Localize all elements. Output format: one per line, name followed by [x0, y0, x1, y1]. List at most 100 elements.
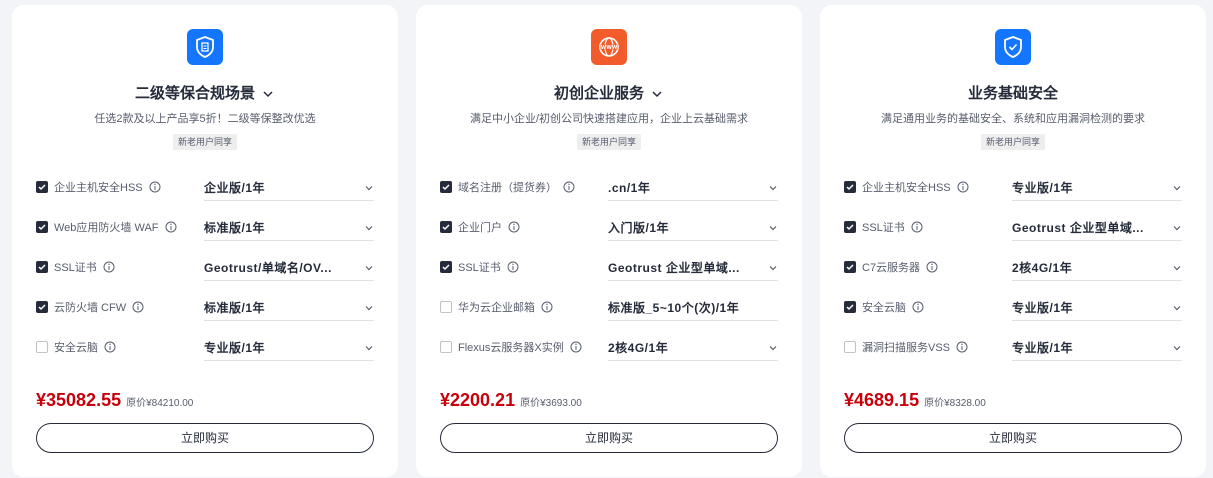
chevron-down-icon: [365, 265, 373, 270]
user-tag: 新老用户同享: [576, 134, 641, 150]
spec-value: .cn/1年: [608, 181, 651, 195]
card-description: 满足中小企业/初创公司快速搭建应用，企业上云基础需求: [469, 113, 749, 125]
spec-select[interactable]: 专业版/1年: [1012, 335, 1182, 361]
product-label: 安全云脑: [862, 302, 906, 314]
spec-select[interactable]: 专业版/1年: [204, 335, 374, 361]
info-icon[interactable]: [570, 341, 582, 353]
product-label: 企业主机安全HSS: [862, 182, 951, 194]
product-checkbox[interactable]: [440, 261, 452, 273]
spec-select[interactable]: Geotrust 企业型单域...: [1012, 215, 1182, 241]
spec-select[interactable]: 2核4G/1年: [608, 335, 778, 361]
info-icon[interactable]: [563, 181, 575, 193]
info-icon[interactable]: [926, 261, 938, 273]
card-title-dropdown[interactable]: 初创企业服务: [416, 84, 802, 104]
product-label: 云防火墙 CFW: [54, 302, 127, 314]
product-label: Flexus云服务器X实例: [458, 342, 564, 354]
card-title: 业务基础安全: [967, 85, 1058, 102]
product-checkbox[interactable]: [844, 341, 856, 353]
spec-value: 标准版_5~10个(次)/1年: [608, 301, 740, 315]
spec-select[interactable]: 专业版/1年: [1012, 295, 1182, 321]
spec-value: 专业版/1年: [1012, 181, 1074, 195]
price: ¥2200.21: [440, 390, 516, 410]
chevron-down-icon: [365, 345, 373, 350]
original-price: 原价¥3693.00: [520, 398, 582, 409]
info-icon[interactable]: [508, 221, 520, 233]
spec-select[interactable]: .cn/1年: [608, 175, 778, 201]
product-row: SSL证书 Geotrust/单域名/OV...: [36, 247, 374, 287]
user-tag: 新老用户同享: [172, 134, 237, 150]
spec-value: 专业版/1年: [204, 341, 266, 355]
chevron-down-icon: [1173, 265, 1181, 270]
product-list: 企业主机安全HSS 专业版/1年 SSL证书 Geotrust 企业型单域...…: [844, 167, 1182, 367]
info-icon[interactable]: [957, 181, 969, 193]
chevron-down-icon: [365, 225, 373, 230]
product-row: 企业主机安全HSS 企业版/1年: [36, 167, 374, 207]
spec-select[interactable]: 标准版/1年: [204, 215, 374, 241]
chevron-down-icon: [769, 345, 777, 350]
info-icon[interactable]: [912, 301, 924, 313]
info-icon[interactable]: [507, 261, 519, 273]
spec-select[interactable]: 标准版/1年: [204, 295, 374, 321]
info-icon[interactable]: [911, 221, 923, 233]
chevron-down-icon: [365, 185, 373, 190]
chevron-down-icon: [652, 91, 662, 98]
info-icon[interactable]: [541, 301, 553, 313]
product-checkbox[interactable]: [36, 301, 48, 313]
svg-text:WWW: WWW: [601, 45, 618, 51]
product-checkbox[interactable]: [36, 181, 48, 193]
package-card-1: 二级等保合规场景 任选2款及以上产品享5折！二级等保整改优选 新老用户同享 企业…: [12, 5, 398, 477]
product-checkbox[interactable]: [844, 181, 856, 193]
spec-value: 企业版/1年: [204, 181, 266, 195]
card-title: 二级等保合规场景: [134, 85, 255, 102]
spec-value: 标准版/1年: [204, 301, 266, 315]
info-icon[interactable]: [104, 341, 116, 353]
www-globe-icon: WWW: [591, 29, 627, 65]
info-icon[interactable]: [132, 301, 144, 313]
package-card-3: 业务基础安全 满足通用业务的基础安全、系统和应用漏洞检测的要求 新老用户同享 企…: [820, 5, 1206, 477]
product-row: 企业门户 入门版/1年: [440, 207, 778, 247]
chevron-down-icon: [365, 305, 373, 310]
info-icon[interactable]: [103, 261, 115, 273]
info-icon[interactable]: [149, 181, 161, 193]
spec-select[interactable]: 专业版/1年: [1012, 175, 1182, 201]
chevron-down-icon: [1173, 305, 1181, 310]
chevron-down-icon: [769, 265, 777, 270]
spec-value: 入门版/1年: [608, 221, 670, 235]
buy-now-button[interactable]: 立即购买: [36, 423, 374, 453]
spec-value: 标准版/1年: [204, 221, 266, 235]
product-row: Flexus云服务器X实例 2核4G/1年: [440, 327, 778, 367]
product-checkbox[interactable]: [36, 221, 48, 233]
spec-value: 专业版/1年: [1012, 341, 1074, 355]
product-checkbox[interactable]: [440, 341, 452, 353]
product-checkbox[interactable]: [36, 261, 48, 273]
spec-value: 专业版/1年: [1012, 301, 1074, 315]
buy-now-button[interactable]: 立即购买: [844, 423, 1182, 453]
product-checkbox[interactable]: [844, 261, 856, 273]
shield-check-icon: [995, 29, 1031, 65]
product-row: 漏洞扫描服务VSS 专业版/1年: [844, 327, 1182, 367]
spec-value: 2核4G/1年: [608, 341, 669, 355]
product-checkbox[interactable]: [844, 221, 856, 233]
product-label: 域名注册（提货券）: [458, 182, 557, 194]
product-checkbox[interactable]: [844, 301, 856, 313]
product-label: 企业门户: [458, 222, 502, 234]
product-checkbox[interactable]: [440, 221, 452, 233]
package-card-2: WWW 初创企业服务 满足中小企业/初创公司快速搭建应用，企业上云基础需求 新老…: [416, 5, 802, 477]
product-label: 华为云企业邮箱: [458, 302, 535, 314]
product-checkbox[interactable]: [440, 301, 452, 313]
spec-select[interactable]: Geotrust 企业型单域...: [608, 255, 778, 281]
product-checkbox[interactable]: [36, 341, 48, 353]
spec-select[interactable]: Geotrust/单域名/OV...: [204, 255, 374, 281]
product-row: 云防火墙 CFW 标准版/1年: [36, 287, 374, 327]
spec-select[interactable]: 企业版/1年: [204, 175, 374, 201]
info-icon[interactable]: [956, 341, 968, 353]
info-icon[interactable]: [165, 221, 177, 233]
spec-select[interactable]: 2核4G/1年: [1012, 255, 1182, 281]
product-label: C7云服务器: [862, 262, 921, 274]
product-list: 企业主机安全HSS 企业版/1年 Web应用防火墙 WAF 标准版/1年 SSL…: [36, 167, 374, 367]
product-checkbox[interactable]: [440, 181, 452, 193]
card-description: 满足通用业务的基础安全、系统和应用漏洞检测的要求: [881, 113, 1145, 125]
buy-now-button[interactable]: 立即购买: [440, 423, 778, 453]
card-title-dropdown[interactable]: 二级等保合规场景: [12, 84, 398, 104]
spec-select[interactable]: 入门版/1年: [608, 215, 778, 241]
